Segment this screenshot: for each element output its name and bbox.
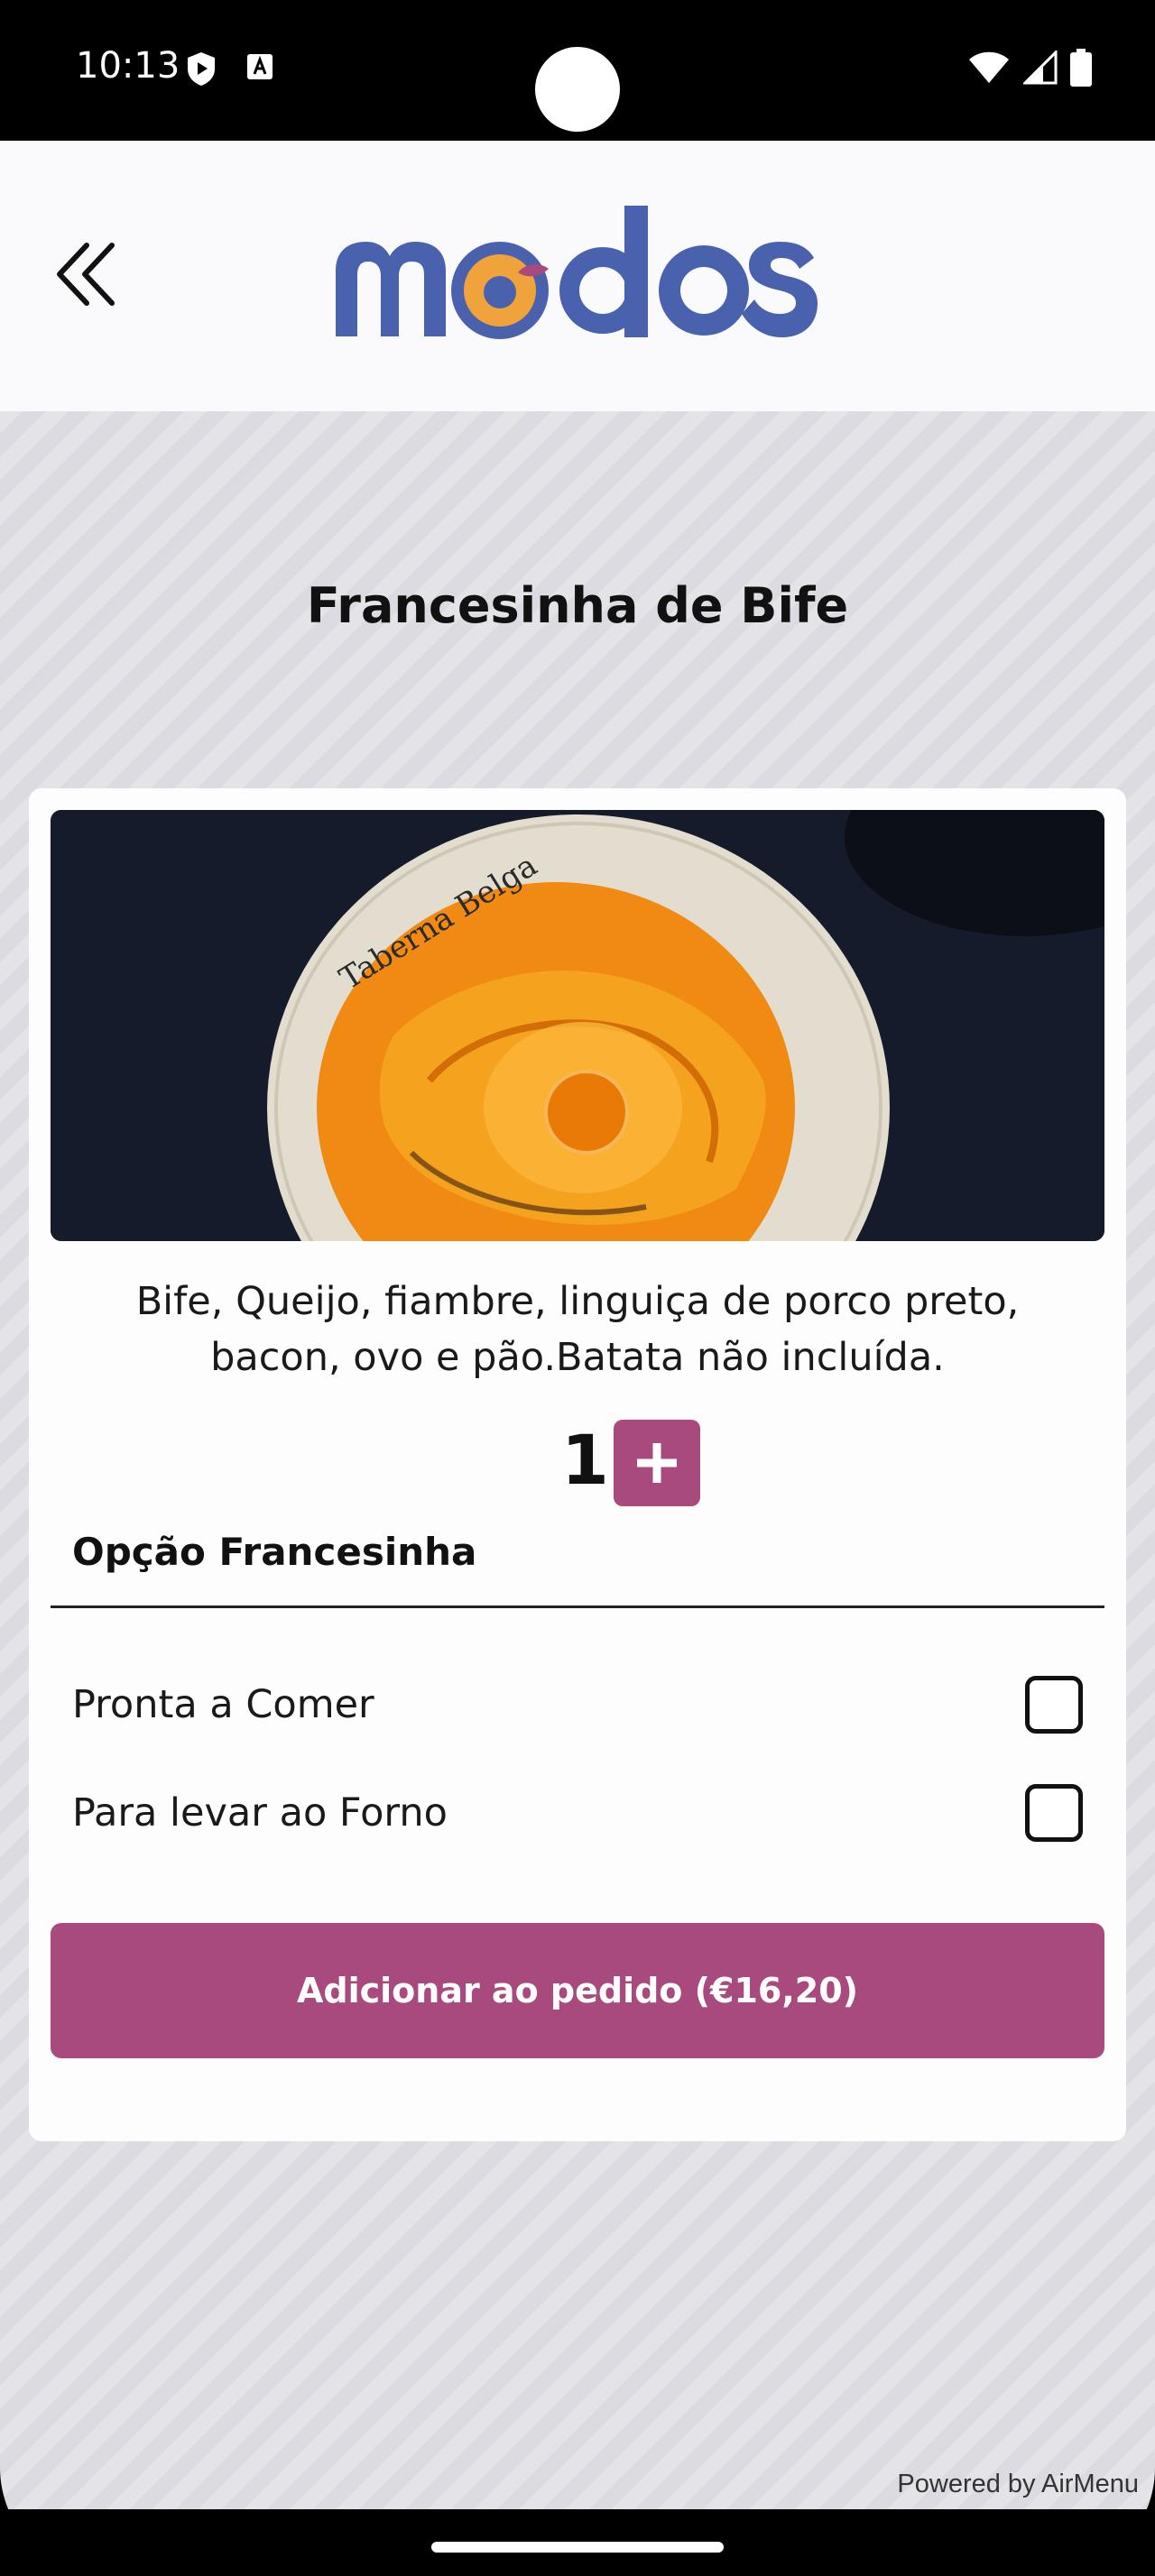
cell-signal-icon bbox=[1023, 51, 1058, 85]
status-bar: 10:13 bbox=[0, 0, 1155, 141]
status-icons bbox=[967, 49, 1092, 87]
option-label: Pronta a Comer bbox=[72, 1682, 374, 1727]
navigation-bar bbox=[0, 2509, 1155, 2576]
section-divider bbox=[51, 1605, 1104, 1608]
increase-quantity-button[interactable] bbox=[614, 1420, 700, 1506]
option-label: Para levar ao Forno bbox=[72, 1790, 448, 1835]
back-button[interactable] bbox=[52, 238, 125, 310]
francesinha-photo: Taberna Belga bbox=[51, 810, 1104, 1241]
product-description: Bife, Queijo, fiambre, linguiça de porco… bbox=[135, 1279, 1020, 1380]
modos-logo: modos bbox=[336, 206, 818, 339]
add-to-order-button[interactable]: Adicionar ao pedido (€16,20) bbox=[51, 1923, 1104, 2058]
powered-by: Powered by AirMenu bbox=[897, 2470, 1139, 2498]
product-title: Francesinha de Bife bbox=[306, 577, 849, 634]
home-gesture-handle[interactable] bbox=[431, 2542, 724, 2553]
keyboard-a-icon bbox=[247, 54, 273, 79]
option-row-pronta[interactable]: Pronta a Comer bbox=[51, 1660, 1104, 1750]
quantity-value: 1 bbox=[561, 1420, 609, 1500]
double-chevron-left-icon bbox=[57, 243, 115, 306]
option-checkbox-pronta[interactable] bbox=[1025, 1676, 1083, 1734]
plus-icon bbox=[637, 1443, 677, 1483]
option-row-forno[interactable]: Para levar ao Forno bbox=[51, 1768, 1104, 1858]
app-screen: 10:13 Francesinha de Bife Taberna Belga … bbox=[0, 0, 1155, 2576]
battery-icon bbox=[1070, 49, 1092, 87]
status-time: 10:13 bbox=[76, 45, 180, 87]
main-content: Francesinha de Bife Taberna Belga Bife, … bbox=[0, 411, 1155, 2509]
options-section-title: Opção Francesinha bbox=[72, 1530, 477, 1574]
play-protect-icon bbox=[188, 52, 215, 86]
wifi-icon bbox=[969, 51, 1009, 83]
product-card: Taberna Belga Bife, Queijo, fiambre, lin… bbox=[29, 788, 1126, 2141]
camera-cutout bbox=[535, 47, 620, 132]
option-checkbox-forno[interactable] bbox=[1025, 1784, 1083, 1842]
product-image: Taberna Belga bbox=[51, 810, 1104, 1241]
